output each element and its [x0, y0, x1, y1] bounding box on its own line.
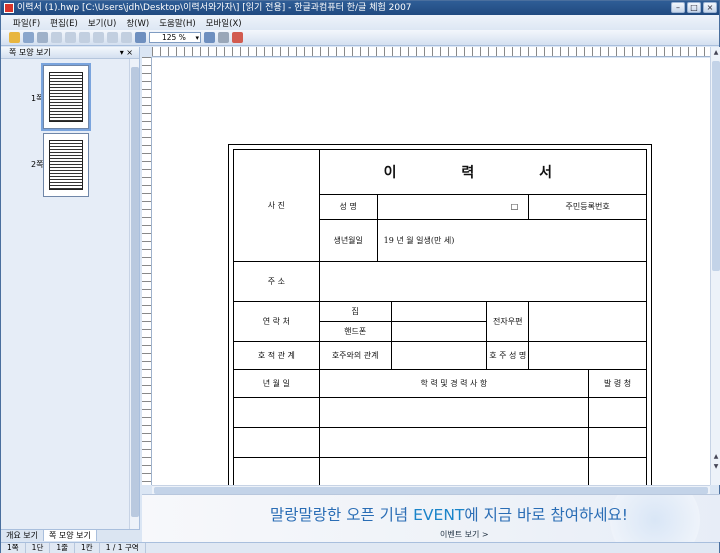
- hwp-app-icon: [4, 3, 14, 13]
- banner-event-link[interactable]: 이벤트 보기 >: [440, 529, 489, 540]
- head-relation-field[interactable]: [390, 341, 488, 370]
- copy-icon[interactable]: [65, 32, 76, 43]
- cut-icon[interactable]: [51, 32, 62, 43]
- find-icon[interactable]: [121, 32, 132, 43]
- menu-window[interactable]: 창(W): [126, 17, 149, 29]
- prev-page-icon[interactable]: ▲: [712, 453, 720, 461]
- menu-bar: 파일(F) 편집(E) 보기(U) 창(W) 도움말(H) 모바일(X): [1, 15, 719, 30]
- open-icon[interactable]: [9, 32, 20, 43]
- menu-help[interactable]: 도움말(H): [159, 17, 195, 29]
- issuer-cell[interactable]: [588, 427, 647, 458]
- mobile-field[interactable]: [390, 321, 488, 342]
- history-cell[interactable]: [318, 427, 590, 458]
- page-label-1: 1쪽: [31, 94, 44, 103]
- scroll-up-icon[interactable]: ▲: [712, 49, 720, 57]
- page-thumbnail-1[interactable]: [41, 63, 91, 131]
- minimize-button[interactable]: –: [671, 2, 685, 13]
- issuer-cell[interactable]: [588, 397, 647, 428]
- banner-headline: 말랑말랑한 오픈 기념 EVENT에 지금 바로 참여하세요!: [270, 506, 628, 524]
- paste-icon[interactable]: [79, 32, 90, 43]
- close-button[interactable]: ×: [703, 2, 717, 13]
- history-date-cell[interactable]: [233, 457, 320, 485]
- history-header: 학 력 및 경 력 사 항: [318, 369, 590, 398]
- head-name-label: 호 주 성 명: [486, 341, 530, 370]
- tab-outline-view[interactable]: 개요 보기: [1, 530, 44, 541]
- name-label: 성 명: [318, 193, 378, 220]
- address-label: 주 소: [233, 261, 320, 302]
- print-icon[interactable]: [37, 32, 48, 43]
- tab-page-view[interactable]: 쪽 모양 보기: [43, 530, 97, 541]
- birth-field[interactable]: 19 년 월 일생(만 세): [376, 218, 648, 263]
- undo-icon[interactable]: [93, 32, 104, 43]
- zoom-select[interactable]: 125 %: [149, 32, 201, 43]
- photo-cell: 사 진: [233, 149, 320, 262]
- form-title: 이 력 서: [318, 149, 648, 195]
- next-page-icon[interactable]: ▼: [712, 463, 720, 471]
- panel-tabs: 개요 보기 쪽 모양 보기: [1, 529, 140, 541]
- maximize-button[interactable]: □: [687, 2, 701, 13]
- redo-icon[interactable]: [107, 32, 118, 43]
- head-relation-label: 호주와의 관계: [318, 341, 392, 370]
- address-field[interactable]: [318, 261, 648, 302]
- document-page: 사 진 이 력 서 성 명 □ 주민등록번호 생년월일 19 년 월 일생(만 …: [228, 144, 652, 485]
- toolbar: 125 %: [1, 30, 719, 46]
- history-cell[interactable]: [318, 397, 590, 428]
- birth-label: 생년월일: [318, 218, 378, 263]
- home-phone-field[interactable]: [390, 301, 488, 322]
- status-bar: 1쪽 1단 1줄 1칸 1 / 1 구역: [1, 542, 719, 553]
- vertical-scroll-thumb[interactable]: [712, 61, 720, 271]
- app-window: 이력서 (1).hwp [C:\Users\jdh\Desktop\이력서와가자…: [0, 0, 720, 553]
- status-column: 1단: [26, 543, 51, 553]
- issuer-header: 발 령 청: [588, 369, 647, 398]
- history-date-cell[interactable]: [233, 397, 320, 428]
- document-area[interactable]: 사 진 이 력 서 성 명 □ 주민등록번호 생년월일 19 년 월 일생(만 …: [152, 58, 710, 485]
- page-view-panel: 쪽 모양 보기 ▾ × 1쪽 2쪽 개요 보기 쪽 모양 보기: [1, 47, 140, 541]
- contact-label: 연 락 처: [233, 301, 320, 342]
- head-name-field[interactable]: [528, 341, 647, 370]
- panel-title: 쪽 모양 보기: [9, 48, 51, 57]
- horizontal-scroll-thumb[interactable]: [154, 487, 708, 494]
- panel-header: 쪽 모양 보기 ▾ ×: [1, 47, 139, 59]
- date-header: 년 월 일: [233, 369, 320, 398]
- menu-view[interactable]: 보기(U): [88, 17, 117, 29]
- page-label-2: 2쪽: [31, 160, 44, 169]
- id-number-label: 주민등록번호: [528, 193, 647, 220]
- email-label: 전자우편: [486, 301, 530, 342]
- status-page: 1쪽: [1, 543, 26, 553]
- email-field[interactable]: [528, 301, 647, 342]
- page-thumbnail-2[interactable]: [43, 133, 89, 197]
- zoom-icon[interactable]: [135, 32, 146, 43]
- menu-mobile[interactable]: 모바일(X): [206, 17, 242, 29]
- document-vertical-scrollbar[interactable]: ▲ ▲ ▼: [710, 47, 720, 485]
- save-icon[interactable]: [23, 32, 34, 43]
- history-date-cell[interactable]: [233, 427, 320, 458]
- status-line: 1줄: [50, 543, 76, 553]
- title-bar: 이력서 (1).hwp [C:\Users\jdh\Desktop\이력서와가자…: [1, 1, 719, 15]
- event-banner[interactable]: 말랑말랑한 오픈 기념 EVENT에 지금 바로 참여하세요! 이벤트 보기 >: [142, 494, 720, 542]
- status-section: 1 / 1 구역: [100, 543, 146, 553]
- menu-file[interactable]: 파일(F): [13, 17, 40, 29]
- horizontal-ruler[interactable]: [152, 47, 710, 57]
- document-horizontal-scrollbar[interactable]: [152, 485, 710, 494]
- name-field[interactable]: □: [376, 193, 530, 220]
- menu-edit[interactable]: 편집(E): [50, 17, 78, 29]
- status-char: 1칸: [75, 543, 100, 553]
- mobile-label: 핸드폰: [318, 321, 392, 342]
- vertical-ruler[interactable]: [142, 57, 152, 485]
- page-view-icon[interactable]: [218, 32, 229, 43]
- close-doc-icon[interactable]: [232, 32, 243, 43]
- zoom-fit-icon[interactable]: [204, 32, 215, 43]
- window-title: 이력서 (1).hwp [C:\Users\jdh\Desktop\이력서와가자…: [17, 3, 412, 13]
- panel-scrollbar[interactable]: [129, 59, 139, 529]
- resume-form-table: 사 진 이 력 서 성 명 □ 주민등록번호 생년월일 19 년 월 일생(만 …: [233, 149, 648, 485]
- issuer-cell[interactable]: [588, 457, 647, 485]
- home-phone-label: 집: [318, 301, 392, 322]
- panel-close-icon[interactable]: ▾ ×: [120, 47, 133, 59]
- history-cell[interactable]: [318, 457, 590, 485]
- family-relation-label: 호 적 관 계: [233, 341, 320, 370]
